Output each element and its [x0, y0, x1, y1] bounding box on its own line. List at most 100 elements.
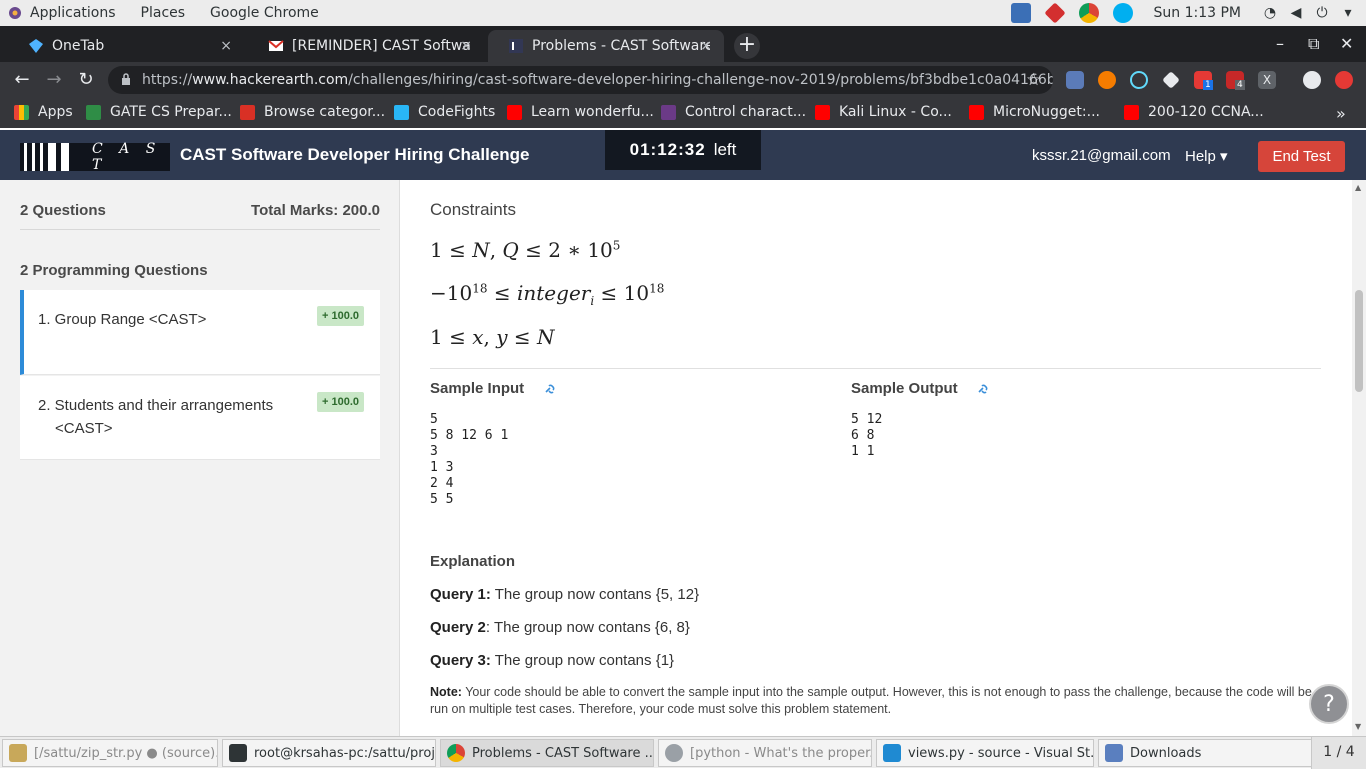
task-vscode[interactable]: views.py - source - Visual St... [876, 739, 1094, 767]
adblock-icon[interactable]: 4 [1226, 71, 1245, 90]
workspace-pager[interactable]: 1 / 4 [1311, 737, 1366, 769]
extension-x-label: X [1262, 73, 1272, 87]
bookmark-star-icon[interactable]: ☆ [1026, 70, 1041, 90]
constraint-3: 1 ≤ x, y ≤ N [430, 325, 555, 349]
constraint-1: 1 ≤ N, Q ≤ 2 ∗ 105 [430, 238, 621, 262]
react-devtools-icon[interactable] [1130, 71, 1148, 89]
extension-1-icon[interactable] [1066, 71, 1084, 89]
address-bar[interactable]: https://www.hackerearth.com/challenges/h… [108, 66, 1053, 94]
question-item-2[interactable]: 2. Students and their arrangements <CAST… [20, 376, 380, 460]
task-terminal[interactable]: root@krsahas-pc:/sattu/proj... [222, 739, 436, 767]
active-app-menu[interactable]: Google Chrome [210, 5, 319, 21]
section-title: 2 Programming Questions [20, 262, 208, 279]
scroll-up-arrow-icon[interactable]: ▲ [1355, 183, 1361, 192]
task-zip-str-editor[interactable]: [/sattu/zip_str.py ● (source)... [2, 739, 218, 767]
tab-onetab[interactable]: OneTab × [8, 30, 244, 62]
maximize-button[interactable]: ⧉ [1308, 34, 1319, 54]
countdown-timer: 01:12:32 left [605, 130, 761, 170]
forward-button[interactable]: → [42, 68, 66, 92]
youtube-icon [815, 104, 830, 120]
question-item-1[interactable]: 1. Group Range <CAST> + 100.0 [20, 290, 380, 375]
task-chrome-python[interactable]: [python - What's the proper... [658, 739, 872, 767]
help-bubble-button[interactable]: ? [1309, 684, 1349, 724]
red-diamond-tray-icon[interactable] [1043, 2, 1066, 24]
task-label: Problems - CAST Software ... [472, 745, 654, 761]
bookmark-micronugget[interactable]: MicroNugget:... [969, 104, 1100, 120]
link-icon[interactable] [977, 383, 991, 395]
tab-problems-cast[interactable]: Problems - CAST Software × [488, 30, 724, 62]
bookmark-label: Browse categor... [264, 104, 386, 120]
chrome-icon [665, 744, 683, 762]
marks-badge: + 100.0 [316, 392, 364, 412]
places-menu[interactable]: Places [141, 5, 186, 21]
bookmark-codefights[interactable]: CodeFights [394, 104, 495, 120]
new-tab-button[interactable]: + [734, 33, 760, 59]
task-downloads[interactable]: Downloads [1098, 739, 1312, 767]
applications-menu[interactable]: Applications [30, 5, 116, 21]
youtube-icon [969, 104, 984, 120]
extension-2-icon[interactable] [1098, 71, 1116, 89]
clock[interactable]: Sun 1:13 PM [1154, 5, 1242, 21]
back-button[interactable]: ← [10, 68, 34, 92]
tab-gmail-reminder[interactable]: [REMINDER] CAST Softwa × [248, 30, 484, 62]
chevron-down-icon[interactable]: ▾ [1340, 5, 1356, 21]
page-scrollbar[interactable]: ▲ ▼ [1352, 180, 1366, 736]
system-top-bar: Applications Places Google Chrome Sun 1:… [0, 0, 1366, 26]
task-chrome-problems[interactable]: Problems - CAST Software ... [440, 739, 654, 767]
logo-bars [20, 143, 74, 171]
chrome-tray-icon[interactable] [1078, 3, 1099, 23]
bookmarks-overflow-button[interactable]: » [1336, 104, 1346, 123]
close-icon[interactable]: × [220, 38, 232, 54]
volume-icon[interactable]: ◀ [1288, 5, 1304, 21]
bookmark-label: CodeFights [418, 104, 496, 120]
bookmark-browse-categories[interactable]: Browse categor... [240, 104, 385, 120]
help-dropdown[interactable]: Help ▾ [1185, 147, 1228, 165]
challenge-title: CAST Software Developer Hiring Challenge [180, 145, 530, 164]
scroll-down-arrow-icon[interactable]: ▼ [1355, 722, 1361, 731]
bookmark-apps[interactable]: Apps [14, 104, 73, 120]
update-icon[interactable] [1335, 71, 1353, 89]
query-text: : The group now contans {6, 8} [485, 619, 690, 636]
wifi-icon[interactable]: ◔ [1262, 5, 1278, 21]
sample-input-label: Sample Input [430, 380, 525, 397]
bookmark-label: Kali Linux - Co... [839, 104, 952, 120]
problem-statement: Constraints 1 ≤ N, Q ≤ 2 ∗ 105 −1018 ≤ i… [400, 180, 1352, 736]
query-line-1: Query 1: The group now contans {5, 12} [430, 586, 699, 603]
note-label: Note: [430, 685, 462, 699]
bookmark-label: MicroNugget:... [993, 104, 1100, 120]
task-label: views.py - source - Visual St... [908, 745, 1094, 761]
logo-text: C A S T [92, 141, 162, 173]
link-icon[interactable] [544, 383, 558, 395]
bookmark-control-characters[interactable]: Control charact... [661, 104, 806, 120]
query-text: The group now contans {1} [490, 652, 675, 669]
bookmark-learn-wonderful[interactable]: Learn wonderfu... [507, 104, 654, 120]
youtube-icon [507, 104, 522, 120]
query-line-3: Query 3: The group now contans {1} [430, 652, 674, 669]
minimize-button[interactable]: – [1276, 34, 1284, 53]
scrollbar-thumb[interactable] [1355, 290, 1363, 392]
chrome-icon [447, 744, 465, 762]
extension-badge-1-icon[interactable]: 1 [1194, 71, 1213, 90]
reload-button[interactable]: ↻ [74, 68, 98, 92]
user-email[interactable]: ksssr.21@gmail.com [1032, 147, 1171, 164]
close-icon[interactable]: × [460, 38, 472, 54]
extension-x-icon[interactable]: X [1258, 71, 1276, 89]
bookmark-gate-cs[interactable]: GATE CS Prepar... [86, 104, 232, 120]
hackerearth-icon [509, 39, 523, 53]
skype-tray-icon[interactable] [1112, 3, 1133, 23]
end-test-button[interactable]: End Test [1258, 141, 1345, 172]
bookmark-ccna[interactable]: 200-120 CCNA... [1124, 104, 1264, 120]
download-tray-icon[interactable] [1010, 3, 1031, 23]
power-icon[interactable]: ⏻ [1314, 5, 1330, 21]
vscode-icon [883, 744, 901, 762]
apps-grid-icon [14, 104, 29, 120]
folder-icon [1105, 744, 1123, 762]
close-icon[interactable]: × [700, 38, 712, 54]
explanation-heading: Explanation [430, 553, 516, 570]
lock-icon [122, 73, 130, 85]
window-list-taskbar: [/sattu/zip_str.py ● (source)... root@kr… [0, 736, 1366, 769]
sample-output-label: Sample Output [851, 380, 958, 397]
bookmark-kali-linux[interactable]: Kali Linux - Co... [815, 104, 952, 120]
window-close-button[interactable]: ✕ [1340, 34, 1353, 53]
profile-avatar[interactable] [1303, 71, 1321, 89]
